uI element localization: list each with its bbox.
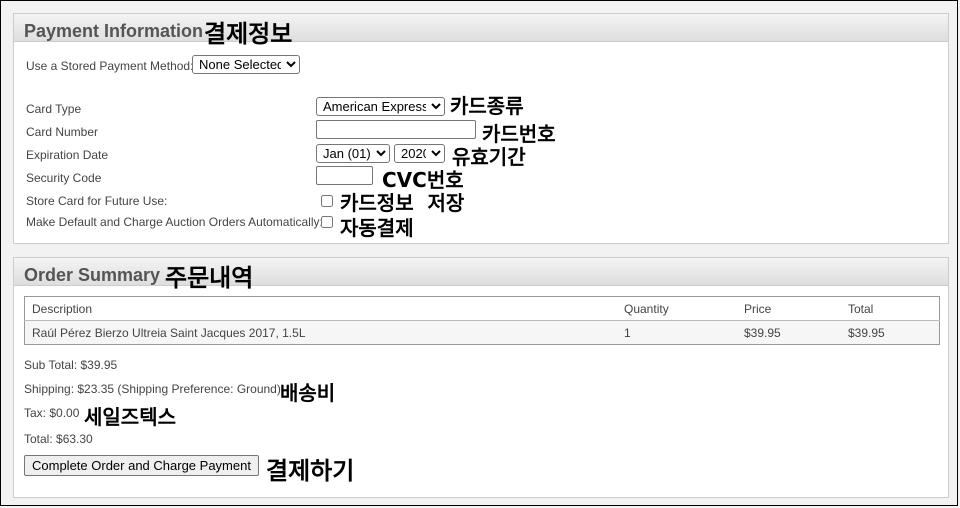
payment-panel-header: Payment Information 결제정보 — [14, 14, 948, 48]
total-text: Total: $63.30 — [24, 432, 93, 446]
default-checkbox[interactable] — [321, 216, 333, 228]
default-annotation: 자동결제 — [340, 216, 414, 240]
payment-title-annotation: 결제정보 — [204, 20, 293, 48]
col-price: Price — [737, 296, 841, 321]
row-quantity: 1 — [617, 320, 737, 345]
expiration-label: Expiration Date — [26, 148, 109, 162]
security-code-input[interactable] — [316, 166, 373, 185]
exp-year-select[interactable]: 2020 — [394, 144, 445, 163]
table-row: Raúl Pérez Bierzo Ultreia Saint Jacques … — [24, 320, 940, 345]
col-quantity: Quantity — [617, 296, 737, 321]
exp-month-select[interactable]: Jan (01) — [316, 144, 390, 163]
card-number-label: Card Number — [26, 125, 99, 139]
card-type-annotation: 카드종류 — [450, 94, 524, 118]
tax-text: Tax: $0.00 — [24, 406, 80, 420]
order-panel: Order Summary 주문내역 Description Quantity … — [13, 257, 949, 498]
card-type-label: Card Type — [26, 102, 82, 116]
order-table: Description Quantity Price Total Raúl Pé… — [24, 296, 940, 345]
default-label: Make Default and Charge Auction Orders A… — [26, 215, 323, 229]
row-total: $39.95 — [841, 320, 940, 345]
window-frame: Payment Information 결제정보 Use a Stored Pa… — [0, 0, 958, 506]
payment-title: Payment Information — [24, 21, 204, 41]
subtotal-text: Sub Total: $39.95 — [24, 358, 118, 372]
stored-method-select[interactable]: None Selected — [192, 55, 300, 74]
row-description: Raúl Pérez Bierzo Ultreia Saint Jacques … — [24, 320, 617, 345]
complete-order-button[interactable]: Complete Order and Charge Payment — [24, 455, 259, 476]
col-description: Description — [24, 296, 617, 321]
tax-annotation: 세일즈텍스 — [84, 405, 176, 429]
col-total: Total — [841, 296, 940, 321]
security-code-label: Security Code — [26, 171, 102, 185]
order-title-annotation: 주문내역 — [165, 264, 254, 292]
submit-annotation: 결제하기 — [266, 457, 355, 485]
order-title: Order Summary — [24, 265, 161, 285]
shipping-annotation: 배송비 — [280, 381, 336, 405]
order-table-header: Description Quantity Price Total — [24, 296, 940, 321]
order-panel-header: Order Summary 주문내역 — [14, 258, 948, 292]
store-card-label: Store Card for Future Use: — [26, 194, 168, 208]
stored-method-label: Use a Stored Payment Method: — [26, 59, 194, 73]
payment-panel: Payment Information 결제정보 Use a Stored Pa… — [13, 13, 949, 244]
shipping-text: Shipping: $23.35 (Shipping Preference: G… — [24, 382, 281, 396]
card-number-input[interactable] — [316, 120, 476, 139]
row-price: $39.95 — [737, 320, 841, 345]
card-type-select[interactable]: American Express — [316, 97, 445, 116]
store-card-checkbox[interactable] — [321, 195, 333, 207]
